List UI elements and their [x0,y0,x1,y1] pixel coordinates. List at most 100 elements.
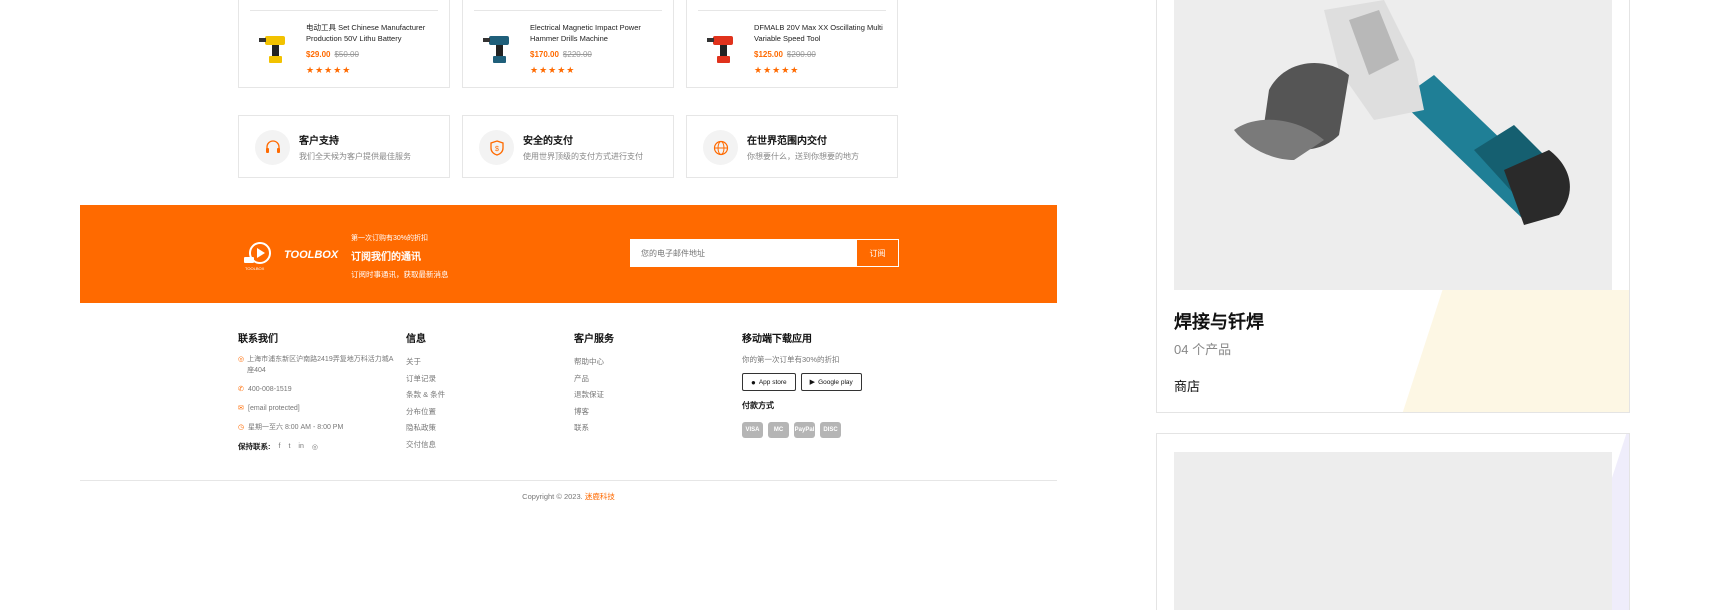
feature-card-support: 客户支持 我们全天候为客户提供最佳服务 [238,115,450,178]
discover-icon: DISC [820,422,841,438]
rating-stars: ★★★★★ [306,65,352,75]
newsletter-heading: 订阅我们的通讯 [351,252,421,263]
category-image[interactable] [1174,452,1612,610]
feature-title: 安全的支付 [523,136,573,147]
product-title[interactable]: 电动工具 Set Chinese Manufacturer Production… [306,22,444,44]
facebook-icon[interactable]: f [279,443,281,450]
newsletter-banner: TOOLBOX TOOLBOX 第一次订购有30%的折扣 订阅我们的通讯 订阅时… [80,205,1057,303]
divider [698,10,886,11]
contact-heading: 联系我们 [238,334,278,345]
rating-stars: ★★★★★ [754,65,800,75]
feature-subtitle: 你想要什么，送到你想要的地方 [747,152,859,161]
brand-link[interactable]: 迷鹿科技 [585,492,615,501]
footer-contact: 联系我们 ◎ 上海市浦东新区沪南路2419弄复地万科活力城A座404 ✆ 400-0… [238,330,398,452]
feature-subtitle: 使用世界顶级的支付方式进行支付 [523,152,643,161]
product-card[interactable]: 电动工具 Set Chinese Manufacturer Production… [238,0,450,88]
product-card[interactable]: Electrical Magnetic Impact Power Hammer … [462,0,674,88]
social-label: 保持联系: [238,442,271,451]
phone-icon: ✆ [238,386,244,393]
info-heading: 信息 [406,334,426,345]
footer-link-products[interactable]: 产品 [574,371,614,388]
clock-icon: ◷ [238,424,245,431]
product-title[interactable]: Electrical Magnetic Impact Power Hammer … [530,22,668,44]
apple-icon: ● [751,377,756,387]
visa-icon: VISA [742,422,763,438]
divider [474,10,662,11]
social-links: 保持联系: f t in ◎ [238,441,398,452]
footer-link-help[interactable]: 帮助中心 [574,354,614,371]
feature-card-payment: $ 安全的支付 使用世界顶级的支付方式进行支付 [462,115,674,178]
feature-subtitle: 我们全天候为客户提供最佳服务 [299,152,411,161]
footer-app: 移动端下载应用 你的第一次订单有30%的折扣 ● App store ▶ Googl… [742,330,922,438]
category-card[interactable] [1156,433,1630,610]
feature-card-delivery: 在世界范围内交付 你想要什么，送到你想要的地方 [686,115,898,178]
play-icon: ▶ [809,379,816,386]
blue-drill-icon[interactable] [479,28,521,70]
product-card[interactable]: DFMALB 20V Max XX Oscillating Multi Vari… [686,0,898,88]
paypal-icon: PayPal [794,422,815,438]
globe-icon [703,130,738,165]
footer-service: 客户服务 帮助中心 产品 退款保证 博客 联系 [574,330,614,437]
twitter-icon[interactable]: t [288,443,290,450]
toolbox-logo[interactable]: TOOLBOX TOOLBOX [242,239,338,271]
copyright: Copyright © 2023. 迷鹿科技 [522,492,615,501]
subscribe-button[interactable]: 订阅 [856,240,898,266]
footer-link-locations[interactable]: 分布位置 [406,404,445,421]
category-image[interactable] [1174,0,1612,290]
email-row: ✉ [email protected] [238,405,300,412]
google-play-button[interactable]: ▶ Google play [800,373,862,391]
card-decoration [1397,290,1629,412]
promo-discount: 第一次订购有30%的折扣 [351,235,429,242]
app-subtitle: 你的第一次订单有30%的折扣 [742,355,840,364]
feature-title: 客户支持 [299,136,339,147]
footer-link-contact[interactable]: 联系 [574,420,614,437]
store-buttons: ● App store ▶ Google play [742,373,922,391]
hours-row: ◷ 星期一至六 8:00 AM - 8:00 PM [238,424,344,431]
footer-link-privacy[interactable]: 隐私政策 [406,420,445,437]
footer-link-terms[interactable]: 条款 & 条件 [406,387,445,404]
product-price: $29.00 $50.00 [306,50,359,59]
instagram-icon[interactable]: ◎ [312,443,318,451]
footer-link-refund[interactable]: 退款保证 [574,387,614,404]
footer-link-delivery[interactable]: 交付信息 [406,437,445,454]
angle-grinder-icon [1234,0,1570,225]
svg-text:TOOLBOX: TOOLBOX [245,266,265,271]
shop-link[interactable]: 商店 [1174,376,1200,395]
footer-info: 信息 关于 订单记录 条款 & 条件 分布位置 隐私政策 交付信息 [406,330,445,453]
footer-divider [80,480,1057,481]
app-store-button[interactable]: ● App store [742,373,796,391]
feature-title: 在世界范围内交付 [747,136,827,147]
rating-stars: ★★★★★ [530,65,576,75]
phone-row: ✆ 400-008-1519 [238,386,292,393]
red-drill-icon[interactable] [703,28,745,70]
footer-link-blog[interactable]: 博客 [574,404,614,421]
logo-text: TOOLBOX [284,249,339,261]
footer-link-orders[interactable]: 订单记录 [406,371,445,388]
shield-icon: $ [479,130,514,165]
location-icon: ◎ [238,356,245,363]
payment-icons: VISA MC PayPal DISC [742,418,922,438]
product-price: $125.00 $200.00 [754,50,816,59]
email-input[interactable] [631,240,856,266]
subscribe-form: 订阅 [630,239,899,267]
app-heading: 移动端下载应用 [742,334,812,345]
toolbox-logo-icon: TOOLBOX [244,242,271,271]
product-count: 04 个产品 [1174,342,1232,357]
yellow-drill-icon[interactable] [255,28,297,70]
product-price: $170.00 $220.00 [530,50,592,59]
mail-icon: ✉ [238,405,244,412]
headset-icon [255,130,290,165]
address-row: ◎ 上海市浦东新区沪南路2419弄复地万科活力城A座404 [238,356,394,374]
category-title[interactable]: 焊接与钎焊 [1174,308,1264,334]
linkedin-icon[interactable]: in [298,443,303,450]
newsletter-subheading: 订阅时事通讯，获取最新消息 [351,270,449,279]
product-title[interactable]: DFMALB 20V Max XX Oscillating Multi Vari… [754,22,892,44]
category-card[interactable]: 焊接与钎焊 04 个产品 商店 [1156,0,1630,413]
svg-text:$: $ [495,146,499,153]
footer-link-about[interactable]: 关于 [406,354,445,371]
newsletter-promo: 第一次订购有30%的折扣 订阅我们的通讯 订阅时事通讯，获取最新消息 [351,233,449,280]
service-heading: 客户服务 [574,334,614,345]
mastercard-icon: MC [768,422,789,438]
payment-heading: 付款方式 [742,401,774,410]
divider [250,10,438,11]
